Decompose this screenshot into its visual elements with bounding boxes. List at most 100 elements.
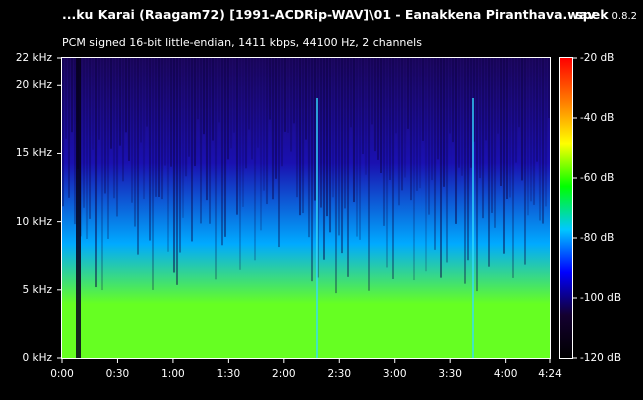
spectrogram-column (335, 58, 337, 294)
spectrogram-column (341, 58, 343, 254)
spectrogram-column (134, 58, 136, 227)
spectrogram-column (461, 58, 463, 176)
spectrogram-column (92, 58, 94, 150)
spectrogram-column (548, 58, 550, 119)
spectrogram-column (380, 58, 382, 173)
spectrogram-column (452, 58, 454, 143)
spectrogram-column (383, 58, 385, 226)
spectrogram-column (524, 58, 526, 265)
spectrogram-column (104, 58, 106, 194)
spectrogram-column (194, 58, 196, 167)
spectrogram-column (416, 58, 418, 191)
spectrogram-column (443, 58, 445, 187)
spectrogram-column (224, 58, 226, 237)
spectrogram-column (179, 58, 181, 253)
spectrogram-column (233, 58, 235, 133)
spectrogram-column (419, 58, 421, 189)
spectrogram-column (269, 58, 271, 120)
spectrogram-column (119, 58, 121, 146)
spectrogram-column (434, 58, 436, 250)
spectrogram-column (311, 58, 313, 282)
spectrogram-column (290, 58, 292, 152)
spectrogram-column (428, 58, 430, 215)
spectrogram-column (89, 58, 91, 219)
spectrogram-column (329, 58, 331, 233)
spectrogram-column (221, 58, 223, 246)
spectrogram-column (110, 58, 112, 149)
spectrogram-column (299, 58, 301, 216)
spectrogram-column (521, 58, 523, 181)
spectrogram-column (356, 58, 358, 237)
spectrogram-column (509, 58, 511, 198)
spectrogram-column (347, 58, 349, 277)
spectrogram-column (536, 58, 538, 162)
spectrogram-column (62, 58, 64, 207)
spectrogram-column (185, 58, 187, 177)
spectrogram-column (377, 58, 379, 160)
spectrogram-column (203, 58, 205, 135)
spectrogram-column (209, 58, 211, 224)
spectrogram-column (107, 58, 109, 239)
spectrogram-column (455, 58, 457, 224)
spectrogram-gap (79, 58, 81, 358)
spectrogram-column (440, 58, 442, 278)
spectrogram-column (410, 58, 412, 201)
spectrogram-column (464, 58, 466, 284)
spectrogram-column (200, 58, 202, 224)
spectrogram-column (215, 58, 217, 280)
spectrogram-column (227, 58, 229, 160)
spectrogram-column (293, 58, 295, 124)
spectrogram-column (395, 58, 397, 134)
spectrogram-column (71, 58, 73, 133)
spectrogram-column (272, 58, 274, 200)
spectrogram-column (140, 58, 142, 143)
spectrogram-column (533, 58, 535, 205)
spectrogram-column (500, 58, 502, 186)
spectrogram-column (101, 58, 103, 291)
spectrogram-column (116, 58, 118, 217)
spectrogram-column (437, 58, 439, 160)
spectrogram-column (170, 58, 172, 167)
spectrogram-column (365, 58, 367, 175)
spectrogram-column (323, 58, 325, 260)
spectrogram-column (512, 58, 514, 278)
spectrogram-column (488, 58, 490, 267)
spectrogram-column (458, 58, 460, 168)
spectrogram-column (83, 58, 85, 208)
spectrogram-column (122, 58, 124, 182)
spectrogram-column (128, 58, 130, 161)
spectrogram-column (131, 58, 133, 203)
spectrogram-column (506, 58, 508, 199)
spectrogram-gap (76, 58, 79, 358)
spectrogram-column (467, 58, 469, 261)
spectrogram-column (236, 58, 238, 215)
spectrogram-streak (472, 98, 474, 358)
spectrogram-column (167, 58, 169, 252)
spectrogram-column (431, 58, 433, 181)
spectrogram-column (392, 58, 394, 279)
spectrogram-column (266, 58, 268, 205)
spectrogram-column (242, 58, 244, 207)
spectrogram-column (248, 58, 250, 130)
spectrogram-column (173, 58, 175, 273)
spectrogram-column (281, 58, 283, 167)
spectrogram-column (65, 58, 67, 139)
spectrogram-column (212, 58, 214, 141)
spectrogram-column (413, 58, 415, 281)
spectrogram-column (218, 58, 220, 123)
spectrogram-column (503, 58, 505, 254)
spectrogram-column (251, 58, 253, 160)
spectrogram-column (314, 58, 316, 201)
spectrogram-column (191, 58, 193, 242)
spectrogram-column (230, 58, 232, 149)
spectrogram-column (326, 58, 328, 217)
spectrogram-column (494, 58, 496, 228)
spectrogram-column (68, 58, 70, 198)
spectrogram-column (518, 58, 520, 128)
spectrogram-column (86, 58, 88, 239)
spectrogram-column (401, 58, 403, 191)
spectrogram-column (482, 58, 484, 219)
spectrogram-column (182, 58, 184, 218)
spectrogram-column (398, 58, 400, 206)
spectrogram-column (353, 58, 355, 203)
